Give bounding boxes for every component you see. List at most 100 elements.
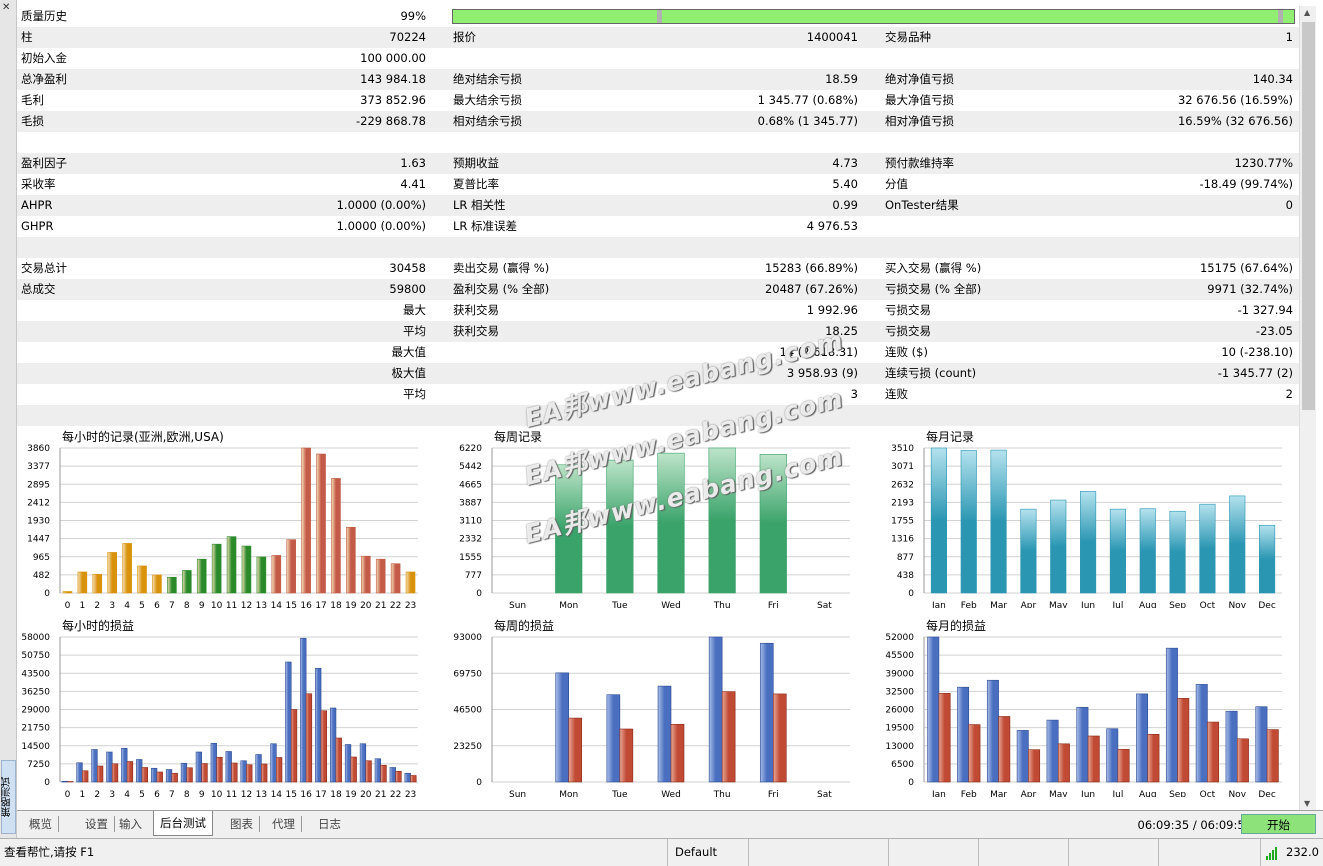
tick-label: 1316 — [891, 535, 914, 545]
row-label: 连续亏损 (count) — [885, 366, 977, 380]
row-label: LR 标准误差 — [453, 219, 518, 233]
bar — [77, 571, 88, 594]
bar — [195, 751, 203, 783]
bar — [316, 453, 326, 594]
row-label: 获利交易 — [453, 324, 499, 338]
bar — [657, 685, 672, 783]
bar — [375, 558, 386, 594]
row-value: 15283 (66.89%) — [764, 261, 858, 275]
bar — [96, 765, 104, 783]
tick-label: 0 — [476, 778, 482, 788]
bar — [256, 556, 267, 594]
connection-status: 232.0 — [1262, 839, 1323, 866]
row-label: 采收率 — [21, 177, 56, 191]
report-row — [17, 237, 1299, 258]
bar — [1046, 719, 1059, 783]
quality-marker — [1278, 10, 1283, 23]
category-label: Sep — [1169, 601, 1186, 608]
category-label: 18 — [330, 790, 342, 797]
category-label: Sat — [817, 601, 832, 608]
tick-label: 46500 — [453, 706, 482, 716]
row-label: 亏损交易 — [885, 303, 931, 317]
status-cell — [1069, 839, 1159, 866]
category-label: 22 — [390, 601, 401, 608]
row-value: 2 — [1285, 387, 1293, 401]
category-label: Nov — [1228, 601, 1246, 608]
tick-label: 438 — [897, 571, 914, 581]
category-label: 15 — [285, 790, 296, 797]
row-label: 柱 — [21, 30, 33, 44]
status-cell — [889, 839, 979, 866]
tab-journal[interactable]: 日志 — [312, 813, 347, 835]
category-label: Sun — [509, 790, 526, 797]
bar — [1109, 508, 1126, 594]
tick-label: 6500 — [891, 760, 914, 770]
row-label: 总成交 — [21, 282, 56, 296]
scroll-up-icon[interactable]: ▲ — [1304, 8, 1310, 17]
bar — [156, 771, 163, 783]
category-label: Thu — [713, 790, 731, 797]
bar — [657, 452, 685, 594]
tick-label: 2412 — [27, 498, 50, 508]
bar — [568, 717, 583, 783]
tick-label: 482 — [33, 571, 50, 581]
bar — [968, 724, 981, 783]
scroll-thumb[interactable] — [1302, 22, 1315, 410]
category-label: 23 — [405, 790, 416, 797]
bar — [359, 743, 367, 783]
report-row: 毛利 373 852.96 最大结余亏损 1 345.77 (0.68%) 最大净值亏损… — [17, 90, 1299, 111]
start-button[interactable]: 开始 — [1241, 814, 1316, 834]
scroll-down-icon[interactable]: ▼ — [1304, 799, 1310, 808]
row-value: 16.59% (32 676.56) — [1177, 114, 1293, 128]
row-value: 59800 — [389, 282, 426, 296]
tick-label: 2332 — [459, 535, 482, 545]
quality-marker — [657, 10, 662, 23]
tab-agents[interactable]: 代理 — [266, 816, 302, 832]
tab-overview[interactable]: 概览 — [23, 816, 59, 832]
tab-chart[interactable]: 图表 — [224, 816, 260, 832]
tick-label: 50750 — [21, 651, 50, 661]
tab-inputs[interactable]: 输入 — [113, 813, 148, 835]
bar — [286, 539, 296, 594]
category-label: 9 — [199, 601, 205, 608]
category-label: Dec — [1258, 790, 1275, 797]
tick-label: 1555 — [459, 553, 482, 563]
bar — [320, 710, 328, 783]
bar — [670, 724, 685, 783]
category-label: 14 — [271, 601, 283, 608]
row-value: 15175 (67.64%) — [1199, 261, 1293, 275]
report-table: 质量历史 99% 柱 70224 报价 1400041 交易品种 1 初始入金 100 000… — [17, 6, 1299, 426]
close-icon[interactable]: ✕ — [2, 2, 10, 13]
status-cell — [749, 839, 889, 866]
tab-settings[interactable]: 设置 — [79, 816, 115, 832]
tick-label: 0 — [44, 589, 50, 599]
row-label: 连败 ($) — [885, 345, 928, 359]
category-label: Nov — [1228, 790, 1246, 797]
category-label: Sep — [1169, 790, 1186, 797]
category-label: 12 — [241, 790, 252, 797]
report-row: 最大值 14 (2 618.31) 连败 ($) 10 (-238.10) — [17, 342, 1299, 363]
report-row: 最大 获利交易 1 992.96 亏损交易 -1 327.94 — [17, 300, 1299, 321]
tick-label: 0 — [44, 778, 50, 788]
bar — [300, 637, 307, 783]
category-label: 5 — [139, 601, 145, 608]
bar — [216, 756, 223, 783]
report-row: 毛损 -229 868.78 相对结余亏损 0.68% (1 345.77) 相对净值亏… — [17, 111, 1299, 132]
row-label: 初始入金 — [21, 51, 67, 65]
bar — [285, 661, 292, 783]
bar — [329, 707, 337, 783]
tick-label: 58000 — [21, 633, 50, 643]
bar — [998, 716, 1011, 783]
bar — [390, 563, 401, 594]
tick-label: 3860 — [27, 444, 50, 454]
tick-label: 19500 — [885, 724, 914, 734]
row-value: 4.41 — [400, 177, 426, 191]
bar — [1087, 735, 1100, 783]
tick-label: 4665 — [459, 480, 482, 490]
tab-backtest[interactable]: 后台测试 — [153, 811, 213, 836]
quality-bar — [452, 9, 1295, 24]
row-value: 373 852.96 — [360, 93, 426, 107]
row-value: 1230.77% — [1234, 156, 1293, 170]
bar — [92, 573, 103, 594]
bar — [938, 693, 951, 783]
